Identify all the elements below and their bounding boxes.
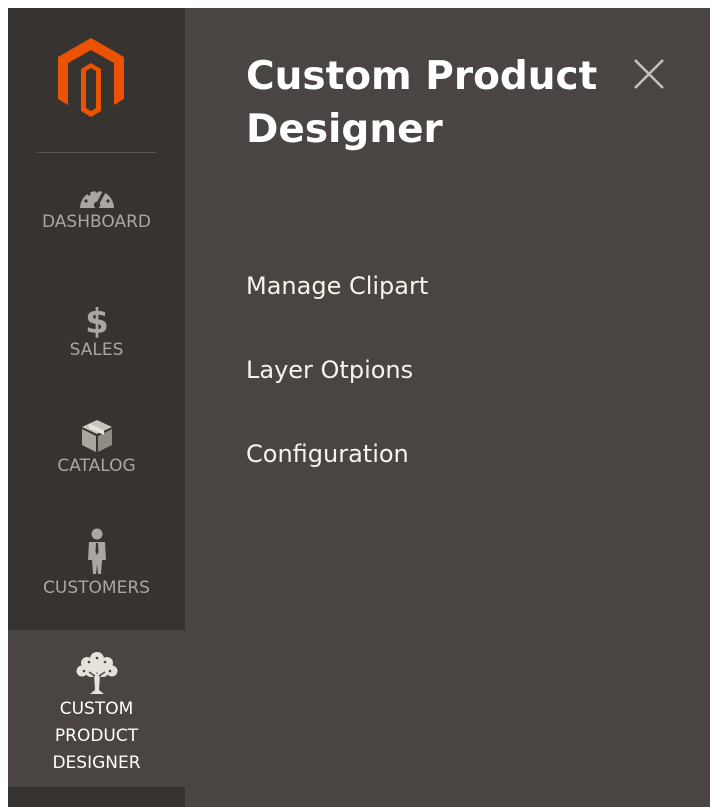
- svg-text:$: $: [85, 302, 109, 338]
- sidebar-item-label: CUSTOMERS: [43, 578, 150, 598]
- submenu-panel: Custom Product Designer Manage Clipart L…: [185, 8, 710, 807]
- sidebar-item-dashboard[interactable]: DASHBOARD: [8, 180, 185, 252]
- sidebar-item-sales[interactable]: $ SALES: [8, 302, 185, 374]
- dashboard-gauge-icon: [78, 180, 116, 210]
- sidebar-item-label: DASHBOARD: [42, 212, 151, 232]
- sidebar-item-label: PRODUCT: [54, 726, 139, 746]
- sidebar-item-customers[interactable]: CUSTOMERS: [8, 528, 185, 612]
- person-icon: [85, 528, 109, 576]
- tree-icon: [75, 650, 119, 696]
- menu-link-layer-options[interactable]: Layer Otpions: [246, 354, 413, 386]
- sidebar-item-label: SALES: [69, 340, 124, 360]
- menu-link-manage-clipart[interactable]: Manage Clipart: [246, 270, 428, 302]
- admin-sidebar: DASHBOARD $ SALES CATALOG CUSTOMERS CUST…: [8, 8, 185, 807]
- menu-link-configuration[interactable]: Configuration: [246, 438, 409, 470]
- sidebar-item-custom-product-designer[interactable]: CUSTOM PRODUCT DESIGNER: [8, 630, 185, 787]
- sidebar-item-label: CUSTOM: [59, 699, 134, 719]
- admin-window: DASHBOARD $ SALES CATALOG CUSTOMERS CUST…: [8, 8, 710, 807]
- sidebar-item-label: CATALOG: [57, 456, 136, 476]
- panel-title: Custom Product Designer: [246, 54, 598, 152]
- sidebar-item-catalog[interactable]: CATALOG: [8, 418, 185, 494]
- sidebar-item-label: DESIGNER: [52, 753, 141, 773]
- box-icon: [79, 418, 115, 454]
- magento-logo-icon[interactable]: [58, 38, 124, 118]
- close-icon[interactable]: [629, 54, 669, 94]
- logo-divider: [37, 152, 156, 153]
- dollar-icon: $: [82, 302, 112, 342]
